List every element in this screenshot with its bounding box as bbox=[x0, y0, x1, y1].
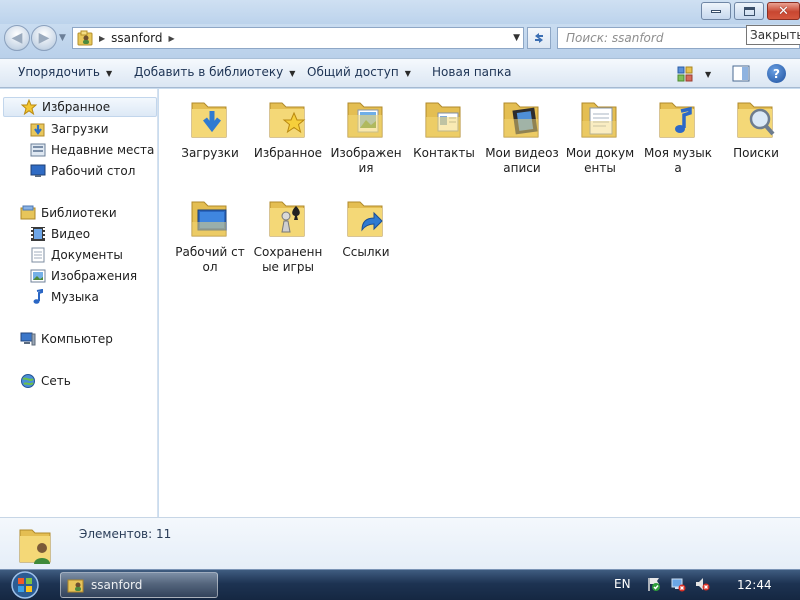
help-icon[interactable]: ? bbox=[767, 64, 786, 83]
nav-favorites[interactable]: Избранное bbox=[3, 97, 157, 117]
start-button[interactable] bbox=[6, 570, 44, 600]
folder-pictures[interactable]: Изображения bbox=[327, 95, 405, 176]
change-view-button[interactable]: ▼ bbox=[677, 65, 717, 83]
chevron-down-icon: ▼ bbox=[705, 69, 712, 79]
folder-documents[interactable]: Мои документы bbox=[561, 95, 639, 176]
refresh-button[interactable] bbox=[527, 27, 551, 49]
command-bar: Упорядочить ▼ Добавить в библиотеку ▼ Общи… bbox=[0, 58, 800, 88]
navigation-pane: Избранное Загрузки Недавние места Рабочи… bbox=[0, 89, 158, 517]
recent-places-icon bbox=[30, 143, 46, 157]
contacts-folder-icon bbox=[425, 102, 461, 138]
breadcrumb-arrow-icon[interactable]: ▶ bbox=[169, 34, 175, 43]
music-folder-icon bbox=[659, 102, 695, 138]
nav-network[interactable]: Сеть bbox=[20, 371, 71, 391]
pictures-icon bbox=[30, 269, 46, 283]
explorer-folder-icon bbox=[67, 579, 84, 593]
restore-button[interactable] bbox=[734, 2, 764, 20]
close-button[interactable]: ✕ bbox=[767, 2, 800, 20]
nav-pictures[interactable]: Изображения bbox=[30, 266, 137, 286]
nav-desktop[interactable]: Рабочий стол bbox=[30, 161, 135, 181]
close-tooltip: Закрыть bbox=[746, 25, 800, 45]
video-icon bbox=[31, 227, 45, 241]
minimize-button[interactable] bbox=[701, 2, 731, 20]
network-status-icon[interactable] bbox=[670, 576, 686, 592]
user-folder-icon bbox=[19, 529, 51, 564]
pictures-folder-icon bbox=[347, 102, 383, 138]
recent-pages-dropdown[interactable]: ▼ bbox=[59, 33, 69, 43]
preview-pane-icon[interactable] bbox=[732, 65, 750, 82]
action-center-flag-icon[interactable] bbox=[646, 576, 662, 592]
nav-downloads[interactable]: Загрузки bbox=[30, 119, 109, 139]
downloads-folder-icon bbox=[191, 102, 227, 138]
breadcrumb-ssanford[interactable]: ssanford bbox=[111, 31, 162, 45]
new-folder-button[interactable]: Новая папка bbox=[432, 65, 511, 79]
computer-icon bbox=[20, 332, 36, 346]
address-bar[interactable]: ▶ ssanford ▶ ▼ bbox=[72, 27, 524, 49]
chevron-down-icon: ▼ bbox=[105, 69, 113, 78]
chevron-down-icon: ▼ bbox=[404, 69, 411, 78]
nav-video[interactable]: Видео bbox=[30, 224, 90, 244]
minimize-icon bbox=[711, 9, 721, 13]
breadcrumb-arrow-icon[interactable]: ▶ bbox=[99, 34, 105, 43]
clock[interactable]: 12:44 bbox=[737, 578, 772, 592]
folder-saved-games[interactable]: Сохраненные игры bbox=[249, 194, 327, 275]
nav-documents[interactable]: Документы bbox=[30, 245, 123, 265]
address-row: ◀ ▶ ▼ ▶ ssanford ▶ ▼ bbox=[0, 24, 800, 58]
title-bar: ✕ bbox=[0, 0, 800, 24]
star-icon bbox=[21, 99, 37, 115]
taskbar: ssanford EN 12:44 bbox=[0, 569, 800, 600]
user-folder-icon bbox=[77, 30, 93, 46]
system-tray bbox=[646, 576, 710, 592]
close-icon: ✕ bbox=[778, 3, 789, 19]
folder-links[interactable]: Ссылки bbox=[327, 194, 405, 260]
forward-arrow-icon: ▶ bbox=[38, 30, 50, 46]
item-count: Элементов: 11 bbox=[79, 527, 172, 541]
forward-button[interactable]: ▶ bbox=[31, 25, 57, 51]
nav-music[interactable]: Музыка bbox=[30, 287, 99, 307]
folder-searches[interactable]: Поиски bbox=[717, 95, 795, 161]
organize-button[interactable]: Упорядочить ▼ bbox=[18, 65, 112, 79]
chevron-down-icon: ▼ bbox=[289, 69, 296, 78]
refresh-icon bbox=[535, 33, 543, 43]
share-button[interactable]: Общий доступ ▼ bbox=[307, 65, 411, 79]
folder-videos[interactable]: Мои видеозаписи bbox=[483, 95, 561, 176]
documents-icon bbox=[31, 247, 45, 263]
folder-music[interactable]: Моя музыка bbox=[639, 95, 717, 176]
folder-downloads[interactable]: Загрузки bbox=[171, 95, 249, 161]
links-folder-icon bbox=[347, 201, 383, 237]
favorites-folder-icon bbox=[269, 102, 306, 138]
address-dropdown-icon[interactable]: ▼ bbox=[513, 33, 520, 43]
language-indicator[interactable]: EN bbox=[614, 577, 631, 591]
nav-computer[interactable]: Компьютер bbox=[20, 329, 113, 349]
details-pane: Элементов: 11 bbox=[0, 517, 800, 569]
volume-muted-icon[interactable] bbox=[694, 576, 710, 592]
file-list: Загрузки Избранное Изображения Контакты bbox=[159, 89, 800, 517]
back-arrow-icon: ◀ bbox=[11, 30, 23, 46]
network-icon bbox=[21, 374, 35, 388]
folder-favorites[interactable]: Избранное bbox=[249, 95, 327, 161]
music-note-icon bbox=[33, 289, 43, 304]
desktop-folder-icon bbox=[191, 201, 227, 237]
nav-recent-places[interactable]: Недавние места bbox=[30, 140, 154, 160]
view-icon bbox=[677, 66, 693, 82]
documents-folder-icon bbox=[581, 102, 617, 138]
taskbar-explorer-button[interactable]: ssanford bbox=[60, 572, 218, 598]
desktop-icon bbox=[30, 164, 46, 177]
folder-contacts[interactable]: Контакты bbox=[405, 95, 483, 161]
add-to-library-button[interactable]: Добавить в библиотеку ▼ bbox=[134, 65, 295, 79]
libraries-icon bbox=[20, 205, 36, 220]
back-button[interactable]: ◀ bbox=[4, 25, 30, 51]
saved-games-folder-icon bbox=[269, 201, 305, 237]
restore-icon bbox=[743, 6, 755, 16]
nav-libraries[interactable]: Библиотеки bbox=[20, 203, 117, 223]
folder-desktop[interactable]: Рабочий стол bbox=[171, 194, 249, 275]
searches-folder-icon bbox=[737, 102, 775, 138]
downloads-icon bbox=[30, 123, 45, 137]
videos-folder-icon bbox=[503, 102, 539, 138]
